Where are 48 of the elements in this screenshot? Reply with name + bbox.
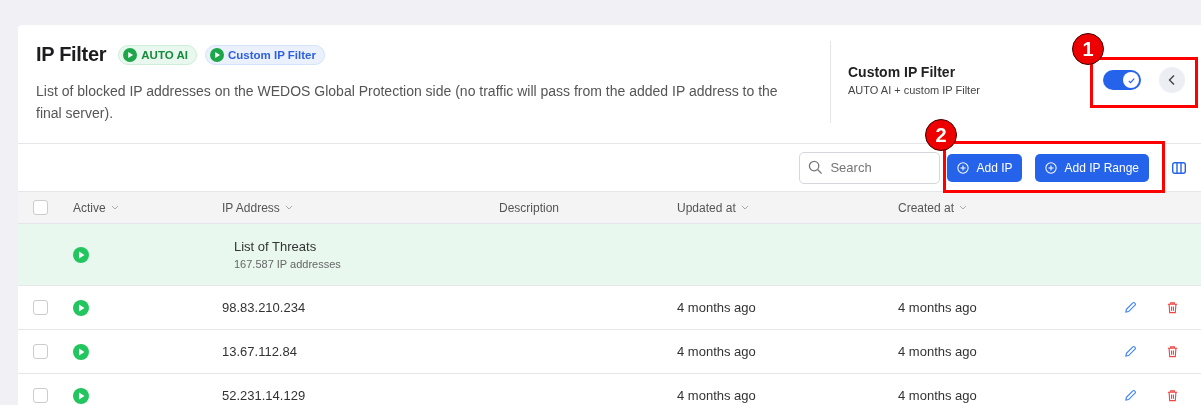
row-checkbox[interactable]	[33, 388, 48, 403]
created-cell: 4 months ago	[898, 300, 977, 315]
status-badge: Custom IP Filter	[204, 44, 325, 65]
select-all-checkbox[interactable]	[33, 200, 48, 215]
check-icon	[1126, 75, 1136, 85]
column-header: Description	[499, 200, 560, 215]
row-checkbox[interactable]	[33, 344, 48, 359]
sort-icon[interactable]	[284, 205, 293, 210]
play-icon	[209, 47, 224, 62]
delete-icon[interactable]	[1166, 345, 1179, 358]
play-icon	[123, 47, 138, 62]
column-header[interactable]: Active	[73, 200, 106, 215]
plus-circle-icon	[957, 161, 970, 174]
mode-subtitle: AUTO AI + custom IP Filter	[848, 84, 981, 96]
add-button[interactable]: Add IP	[947, 153, 1023, 182]
ip-address-cell: 98.83.210.234	[222, 300, 306, 315]
group-title: List of Threats	[234, 239, 318, 254]
sort-icon[interactable]	[110, 205, 119, 210]
updated-cell: 4 months ago	[677, 300, 756, 315]
search-icon	[808, 159, 824, 175]
plus-circle-icon	[1045, 161, 1058, 174]
edit-icon[interactable]	[1124, 345, 1137, 358]
column-header[interactable]: Created at	[898, 200, 955, 215]
edit-icon[interactable]	[1124, 301, 1137, 314]
delete-icon[interactable]	[1166, 301, 1179, 314]
created-cell: 4 months ago	[898, 388, 977, 403]
column-header[interactable]: IP Address	[222, 200, 280, 215]
ip-address-cell: 52.231.14.129	[222, 388, 306, 403]
columns-icon[interactable]	[1172, 161, 1186, 174]
group-count: 167.587 IP addresses	[234, 258, 342, 270]
collapse-button[interactable]	[1159, 67, 1185, 93]
toggle-switch[interactable]	[1103, 70, 1141, 90]
sort-icon[interactable]	[740, 205, 749, 210]
search-field[interactable]: Search	[799, 151, 941, 184]
ip-address-cell: 13.67.112.84	[222, 344, 297, 359]
delete-icon[interactable]	[1166, 389, 1179, 402]
page-title: IP Filter	[36, 43, 107, 66]
mode-title: Custom IP Filter	[848, 64, 957, 80]
row-checkbox[interactable]	[33, 300, 48, 315]
created-cell: 4 months ago	[898, 344, 977, 359]
updated-cell: 4 months ago	[677, 344, 756, 359]
status-badge: AUTO AI	[118, 44, 197, 65]
page-description: List of blocked IP addresses on the WEDOS Global Protection side (no traffic will pass from the added IP address to the final server).	[36, 82, 779, 123]
updated-cell: 4 months ago	[677, 388, 756, 403]
sort-icon[interactable]	[959, 205, 968, 210]
edit-icon[interactable]	[1124, 389, 1137, 402]
add-button[interactable]: Add IP Range	[1035, 153, 1149, 182]
column-header[interactable]: Updated at	[677, 200, 736, 215]
